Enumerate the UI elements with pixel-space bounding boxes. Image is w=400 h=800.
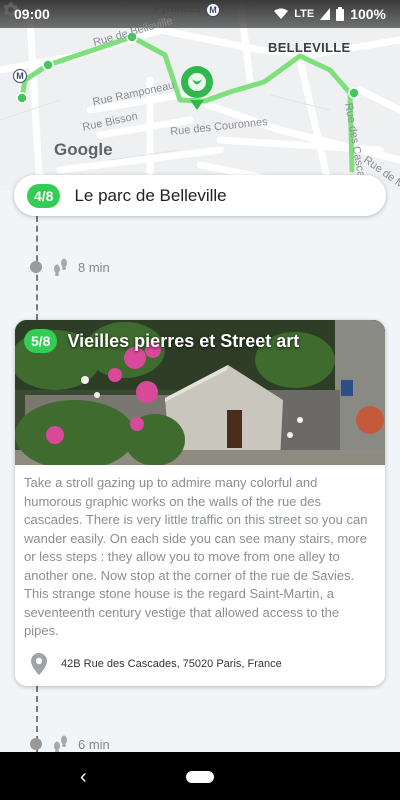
back-chevron-icon[interactable]: ‹ — [80, 766, 87, 789]
status-bar: 09:00 LTE 100% — [0, 0, 400, 28]
footsteps-icon — [54, 258, 67, 276]
metro-station-icon: M — [13, 69, 27, 83]
stop-title: Le parc de Belleville — [74, 185, 227, 205]
home-pill-button[interactable] — [186, 771, 214, 783]
stop-address: 42B Rue des Cascades, 75020 Paris, Franc… — [61, 658, 282, 670]
battery-level: 100% — [350, 6, 386, 22]
walk-segment: 6 min — [30, 735, 110, 753]
footsteps-icon — [54, 735, 67, 753]
status-time: 09:00 — [14, 6, 50, 22]
location-pin-icon — [31, 653, 47, 675]
stop-photo: 5/8 Vieilles pierres et Street art — [15, 320, 385, 465]
network-type: LTE — [294, 8, 315, 20]
map-streets — [0, 0, 400, 190]
wifi-icon — [274, 8, 289, 19]
stop-detail-card[interactable]: 5/8 Vieilles pierres et Street art Take … — [15, 320, 385, 686]
stop-title: Vieilles pierres et Street art — [67, 330, 300, 351]
route-map[interactable]: M Pyrénées M BELLEVILLE Rue de Bellevill… — [0, 0, 400, 190]
walk-duration: 8 min — [78, 259, 110, 275]
timeline-dot — [30, 261, 42, 273]
timeline-dot — [30, 738, 42, 750]
walk-segment: 8 min — [30, 258, 110, 276]
address-row[interactable]: 42B Rue des Cascades, 75020 Paris, Franc… — [31, 653, 282, 675]
battery-icon — [336, 7, 345, 21]
system-nav-bar: ‹ — [0, 752, 400, 800]
stop-number-badge: 5/8 — [24, 329, 58, 353]
walk-duration: 6 min — [78, 736, 110, 752]
google-logo: Google — [54, 140, 113, 159]
stop-description: Take a stroll gazing up to admire many c… — [24, 475, 368, 638]
current-stop-card[interactable]: 4/8 Le parc de Belleville — [14, 175, 386, 216]
stop-number-badge: 4/8 — [27, 183, 61, 208]
signal-icon — [320, 8, 331, 20]
district-label: BELLEVILLE — [268, 40, 351, 55]
